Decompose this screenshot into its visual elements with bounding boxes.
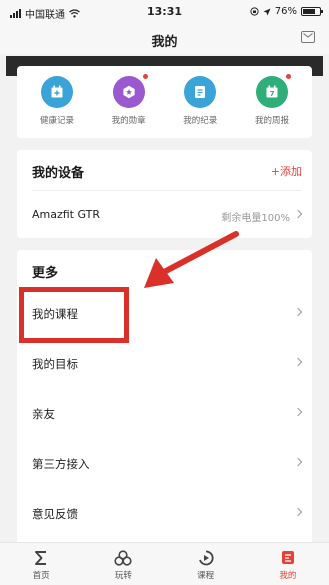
tab-home[interactable]: 首页 <box>11 549 71 585</box>
page-title: 我的 <box>151 35 178 50</box>
lock-rotation-icon <box>250 7 259 16</box>
chevron-right-icon <box>293 507 303 517</box>
more-section-title: 更多 <box>32 266 59 281</box>
device-battery-text: 剩余电量100% <box>221 213 290 224</box>
device-name: Amazfit GTR <box>32 208 100 221</box>
quick-actions-card: 健康记录 我的勋章 我的纪录 7 我的周报 <box>17 66 312 138</box>
tab-explore[interactable]: 玩转 <box>93 549 153 585</box>
tab-courses[interactable]: 课程 <box>176 549 236 585</box>
divider <box>32 190 302 191</box>
tab-label: 课程 <box>197 571 215 581</box>
chevron-right-icon <box>293 307 303 317</box>
calendar-plus-icon <box>41 76 73 108</box>
quick-action-label: 我的勋章 <box>111 116 146 126</box>
list-item-third-party[interactable]: 第三方接入 <box>17 438 312 488</box>
tab-profile[interactable]: 我的 <box>258 549 318 585</box>
quick-action-my-records[interactable]: 我的纪录 <box>170 76 230 138</box>
calendar-7-icon: 7 <box>255 74 291 108</box>
notification-dot <box>142 74 148 79</box>
list-item-my-goals[interactable]: 我的目标 <box>17 338 312 388</box>
tab-bar: 首页 玩转 课程 我的 <box>0 542 329 585</box>
my-devices-card: 我的设备 +添加 Amazfit GTR 剩余电量100% <box>17 150 312 238</box>
medal-icon <box>112 74 148 108</box>
list-item-label: 亲友 <box>32 407 55 421</box>
list-item-label: 意见反馈 <box>32 507 78 521</box>
quick-action-my-medals[interactable]: 我的勋章 <box>99 74 159 138</box>
battery-icon <box>301 7 323 16</box>
tab-label: 我的 <box>279 571 297 581</box>
list-item-feedback[interactable]: 意见反馈 <box>17 488 312 538</box>
mail-icon[interactable] <box>301 31 315 43</box>
list-item-label: 第三方接入 <box>32 457 90 471</box>
annotation-arrow-icon <box>144 231 239 288</box>
list-item-friends[interactable]: 亲友 <box>17 388 312 438</box>
rings-icon <box>114 550 132 566</box>
status-right: 76% <box>250 6 323 17</box>
tab-label: 首页 <box>32 571 50 581</box>
record-icon <box>184 76 217 108</box>
quick-action-label: 我的纪录 <box>183 116 218 126</box>
notification-dot <box>285 74 291 79</box>
chevron-right-icon <box>293 357 303 367</box>
sigma-icon <box>35 551 47 565</box>
quick-action-health-record[interactable]: 健康记录 <box>27 76 87 138</box>
quick-action-weekly-report[interactable]: 7 我的周报 <box>242 74 302 138</box>
chevron-right-icon <box>293 209 303 219</box>
tab-label: 玩转 <box>114 571 132 581</box>
devices-section-title: 我的设备 <box>32 166 85 181</box>
quick-action-label: 健康记录 <box>39 116 74 126</box>
annotation-highlight-box <box>19 287 129 343</box>
list-item-label: 我的目标 <box>32 357 78 371</box>
location-arrow-icon <box>263 8 271 15</box>
battery-percent: 76% <box>274 6 297 17</box>
calendar-day-number: 7 <box>270 90 275 98</box>
profile-icon <box>281 551 294 564</box>
play-icon <box>198 550 214 566</box>
add-device-button[interactable]: +添加 <box>271 163 302 179</box>
quick-action-label: 我的周报 <box>254 116 289 126</box>
status-bar: 中国联通 13:31 76% <box>0 0 329 24</box>
chevron-right-icon <box>293 457 303 467</box>
nav-bar: 我的 <box>0 24 329 54</box>
chevron-right-icon <box>293 407 303 417</box>
